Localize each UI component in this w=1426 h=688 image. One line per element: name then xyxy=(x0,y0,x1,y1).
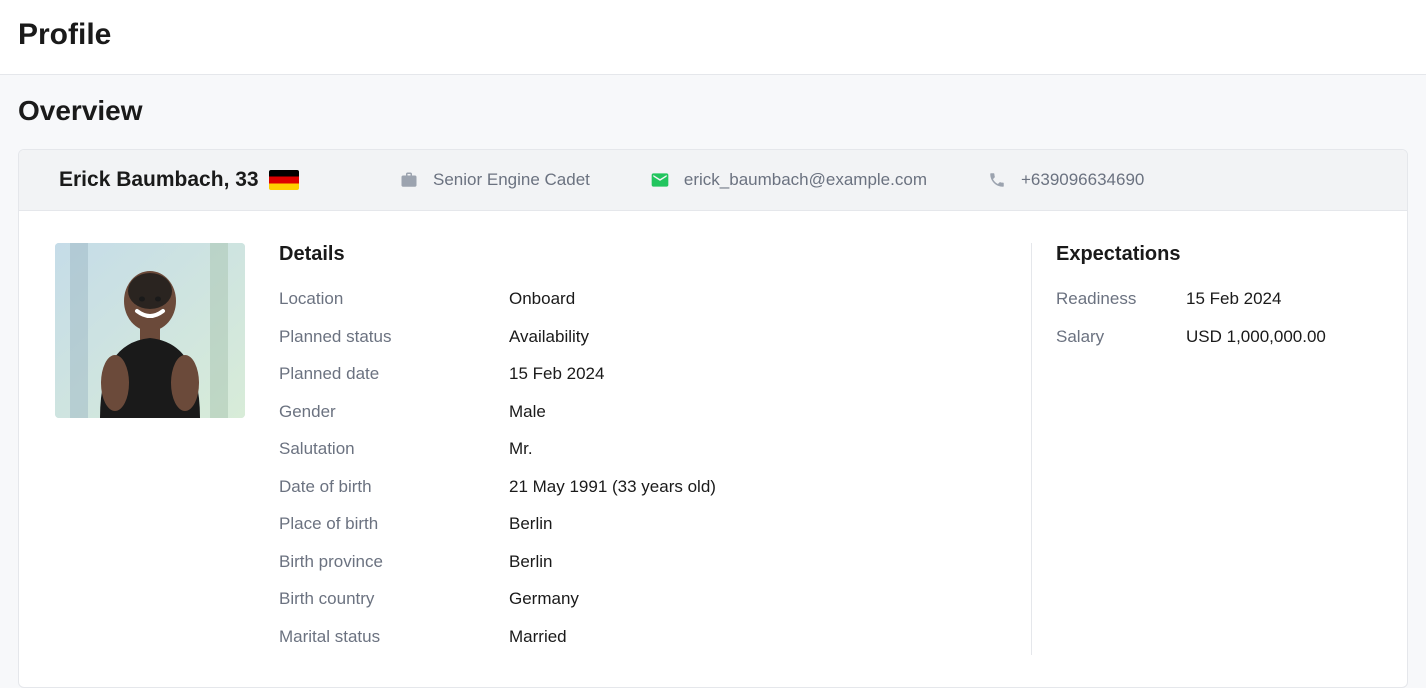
details-key: Date of birth xyxy=(279,474,509,500)
email-value: erick_baumbach@example.com xyxy=(684,170,927,190)
photo-column xyxy=(55,243,255,655)
expectations-row: SalaryUSD 1,000,000.00 xyxy=(1056,318,1371,356)
overview-title: Overview xyxy=(18,95,1408,127)
expectations-value: 15 Feb 2024 xyxy=(1186,286,1371,312)
expectations-title: Expectations xyxy=(1056,243,1371,266)
phone-item[interactable]: +639096634690 xyxy=(987,170,1144,190)
phone-icon xyxy=(987,170,1007,190)
expectations-column: Expectations Readiness15 Feb 2024SalaryU… xyxy=(1031,243,1371,655)
details-key: Planned status xyxy=(279,324,509,350)
details-value: Mr. xyxy=(509,436,533,462)
details-value: Married xyxy=(509,624,567,650)
details-value: Onboard xyxy=(509,286,575,312)
profile-card-header: Erick Baumbach, 33 Senior Engine Cadet xyxy=(19,150,1407,211)
details-row: GenderMale xyxy=(279,393,987,431)
email-item[interactable]: erick_baumbach@example.com xyxy=(650,170,927,190)
flag-icon xyxy=(269,170,299,190)
profile-card: Erick Baumbach, 33 Senior Engine Cadet xyxy=(18,149,1408,688)
mail-icon xyxy=(650,170,670,190)
details-key: Gender xyxy=(279,399,509,425)
details-value: Berlin xyxy=(509,511,552,537)
details-column: Details LocationOnboardPlanned statusAva… xyxy=(279,243,1007,655)
page-title: Profile xyxy=(18,18,1408,52)
details-row: Marital statusMarried xyxy=(279,618,987,656)
details-row: Planned statusAvailability xyxy=(279,318,987,356)
profile-card-body: Details LocationOnboardPlanned statusAva… xyxy=(19,211,1407,687)
details-value: Germany xyxy=(509,586,579,612)
details-value: 15 Feb 2024 xyxy=(509,361,604,387)
details-key: Marital status xyxy=(279,624,509,650)
details-row: LocationOnboard xyxy=(279,280,987,318)
details-key: Salutation xyxy=(279,436,509,462)
details-value: Berlin xyxy=(509,549,552,575)
details-value: Male xyxy=(509,399,546,425)
position-value: Senior Engine Cadet xyxy=(433,170,590,190)
expectations-key: Readiness xyxy=(1056,286,1186,312)
details-list: LocationOnboardPlanned statusAvailabilit… xyxy=(279,280,987,655)
briefcase-icon xyxy=(399,170,419,190)
expectations-value: USD 1,000,000.00 xyxy=(1186,324,1371,350)
details-key: Place of birth xyxy=(279,511,509,537)
body-section: Overview Erick Baumbach, 33 Senior Engin… xyxy=(0,75,1426,688)
details-row: Birth provinceBerlin xyxy=(279,543,987,581)
avatar xyxy=(55,243,245,418)
phone-value: +639096634690 xyxy=(1021,170,1144,190)
details-value: Availability xyxy=(509,324,589,350)
details-row: SalutationMr. xyxy=(279,430,987,468)
details-row: Place of birthBerlin xyxy=(279,505,987,543)
details-title: Details xyxy=(279,243,987,266)
details-row: Date of birth21 May 1991 (33 years old) xyxy=(279,468,987,506)
page-header: Profile xyxy=(0,0,1426,75)
expectations-list: Readiness15 Feb 2024SalaryUSD 1,000,000.… xyxy=(1056,280,1371,355)
details-value: 21 May 1991 (33 years old) xyxy=(509,474,716,500)
name-block: Erick Baumbach, 33 xyxy=(59,168,339,192)
profile-name: Erick Baumbach, 33 xyxy=(59,168,259,192)
details-key: Location xyxy=(279,286,509,312)
details-row: Planned date15 Feb 2024 xyxy=(279,355,987,393)
expectations-row: Readiness15 Feb 2024 xyxy=(1056,280,1371,318)
details-row: Birth countryGermany xyxy=(279,580,987,618)
expectations-key: Salary xyxy=(1056,324,1186,350)
details-key: Birth province xyxy=(279,549,509,575)
details-key: Planned date xyxy=(279,361,509,387)
details-key: Birth country xyxy=(279,586,509,612)
position-item: Senior Engine Cadet xyxy=(399,170,590,190)
